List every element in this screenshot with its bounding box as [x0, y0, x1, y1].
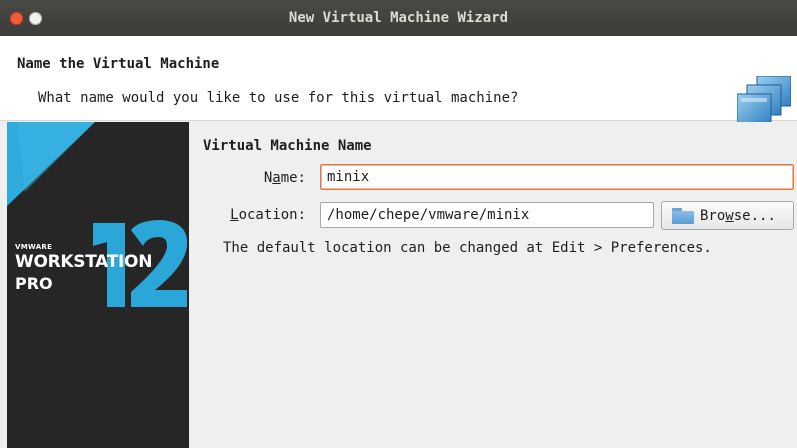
vm-name-input[interactable] — [320, 164, 794, 190]
wizard-window: New Virtual Machine Wizard Name the Virt… — [0, 0, 797, 448]
location-label-text: ocation: — [238, 207, 306, 223]
location-label-mnemonic: L — [230, 207, 239, 223]
browse-label-mnemonic: w — [725, 207, 734, 224]
browse-label-text-end: se... — [733, 207, 776, 224]
name-label: Name: — [189, 170, 306, 186]
name-label-mnemonic: a — [272, 170, 281, 186]
folder-icon — [672, 207, 694, 224]
browse-label-text: Bro — [700, 207, 726, 224]
location-input[interactable] — [320, 202, 654, 228]
brand-edition: PRO — [15, 274, 53, 293]
section-title: Virtual Machine Name — [203, 138, 372, 154]
location-hint: The default location can be changed at E… — [223, 240, 712, 256]
browse-label: Browse... — [700, 208, 776, 224]
brand-vendor: VMWARE — [15, 243, 53, 251]
name-label-text: N — [263, 170, 273, 186]
product-banner: VMWARE WORKSTATION PRO — [7, 122, 189, 448]
name-label-text-end: me: — [280, 170, 306, 186]
window-title: New Virtual Machine Wizard — [288, 10, 509, 26]
location-label: Location: — [189, 207, 306, 223]
header-subtitle: What name would you like to use for this… — [38, 90, 519, 106]
wizard-header: Name the Virtual Machine What name would… — [0, 36, 797, 125]
wizard-content: Virtual Machine Name Name: Location: Bro… — [189, 122, 797, 448]
title-bar[interactable]: New Virtual Machine Wizard — [0, 0, 797, 36]
brand-product: WORKSTATION — [15, 252, 153, 272]
header-title: Name the Virtual Machine — [17, 56, 220, 72]
browse-button[interactable]: Browse... — [661, 201, 794, 230]
